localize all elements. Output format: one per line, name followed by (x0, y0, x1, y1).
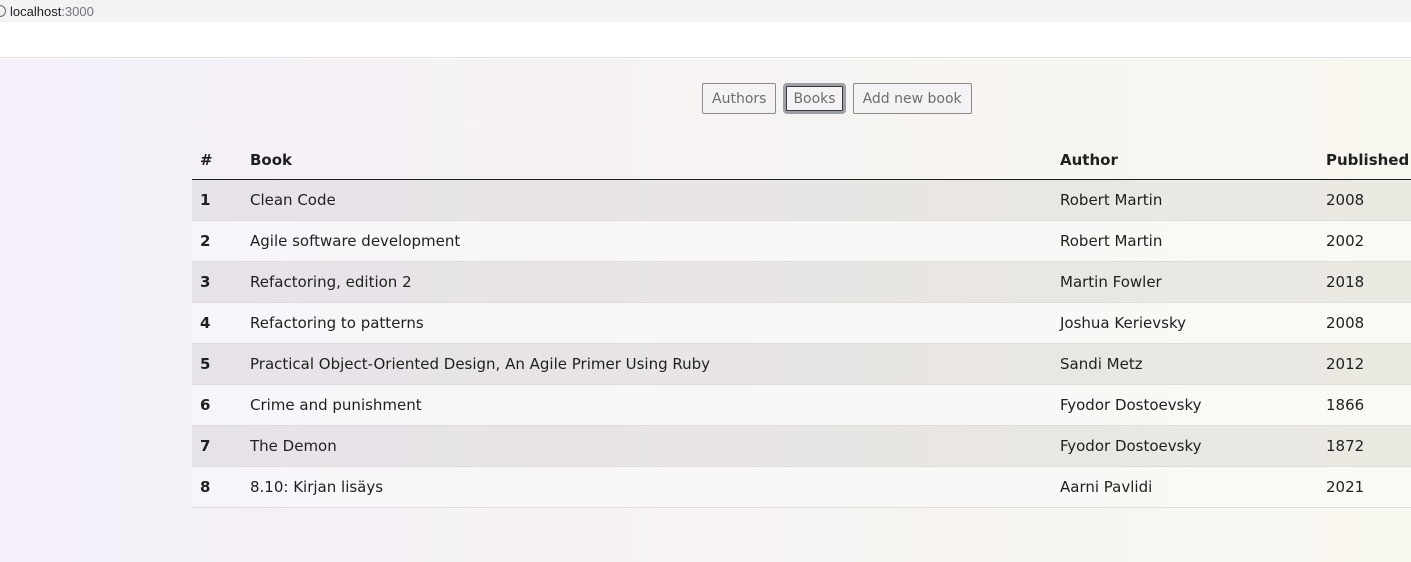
cell-author: Fyodor Dostoevsky (1060, 384, 1326, 426)
browser-address-bar[interactable]: localhost:3000 (0, 0, 1411, 22)
cell-num: 1 (192, 179, 250, 221)
books-table: # Book Author Published 1 Clean Code Rob… (192, 137, 1411, 508)
cell-book: Crime and punishment (250, 384, 1060, 426)
table-row: 3 Refactoring, edition 2 Martin Fowler 2… (192, 261, 1411, 303)
table-row: 4 Refactoring to patterns Joshua Kerievs… (192, 302, 1411, 344)
browser-toolbar-strip (0, 22, 1411, 58)
cell-num: 2 (192, 220, 250, 262)
cell-author: Sandi Metz (1060, 343, 1326, 385)
cell-book: Refactoring to patterns (250, 302, 1060, 344)
cell-book: Practical Object-Oriented Design, An Agi… (250, 343, 1060, 385)
books-button[interactable]: Books (783, 83, 846, 114)
cell-published: 2021 (1326, 466, 1411, 508)
cell-book: Agile software development (250, 220, 1060, 262)
cell-book: 8.10: Kirjan lisäys (250, 466, 1060, 508)
table-header-row: # Book Author Published (192, 137, 1411, 180)
cell-published: 2008 (1326, 302, 1411, 344)
url-port: :3000 (61, 3, 94, 19)
cell-author: Robert Martin (1060, 220, 1326, 262)
authors-button[interactable]: Authors (702, 83, 777, 114)
table-row: 2 Agile software development Robert Mart… (192, 220, 1411, 262)
app-body: Authors Books Add new book # Book Author… (0, 59, 1411, 562)
cell-num: 3 (192, 261, 250, 303)
header-published: Published (1326, 137, 1411, 180)
cell-author: Aarni Pavlidi (1060, 466, 1326, 508)
cell-author: Fyodor Dostoevsky (1060, 425, 1326, 467)
cell-num: 4 (192, 302, 250, 344)
cell-num: 7 (192, 425, 250, 467)
table-row: 7 The Demon Fyodor Dostoevsky 1872 (192, 425, 1411, 467)
cell-num: 8 (192, 466, 250, 508)
cell-num: 6 (192, 384, 250, 426)
cell-num: 5 (192, 343, 250, 385)
cell-published: 2002 (1326, 220, 1411, 262)
cell-author: Joshua Kerievsky (1060, 302, 1326, 344)
cell-published: 1866 (1326, 384, 1411, 426)
add-new-book-button[interactable]: Add new book (852, 83, 972, 114)
cell-book: Refactoring, edition 2 (250, 261, 1060, 303)
cell-author: Robert Martin (1060, 179, 1326, 221)
url-text[interactable]: localhost:3000 (10, 4, 94, 19)
cell-author: Martin Fowler (1060, 261, 1326, 303)
cell-published: 2008 (1326, 179, 1411, 221)
cell-book: The Demon (250, 425, 1060, 467)
cell-published: 2012 (1326, 343, 1411, 385)
table-row: 5 Practical Object-Oriented Design, An A… (192, 343, 1411, 385)
url-host: localhost (10, 3, 62, 19)
header-book: Book (250, 137, 1060, 180)
cell-published: 1872 (1326, 425, 1411, 467)
table-row: 6 Crime and punishment Fyodor Dostoevsky… (192, 384, 1411, 426)
cell-book: Clean Code (250, 179, 1060, 221)
cell-published: 2018 (1326, 261, 1411, 303)
page-info-icon[interactable] (0, 5, 6, 17)
table-row: 1 Clean Code Robert Martin 2008 (192, 179, 1411, 221)
main-nav: Authors Books Add new book (702, 83, 972, 114)
header-author: Author (1060, 137, 1326, 180)
table-row: 8 8.10: Kirjan lisäys Aarni Pavlidi 2021 (192, 466, 1411, 508)
header-num: # (192, 137, 250, 180)
